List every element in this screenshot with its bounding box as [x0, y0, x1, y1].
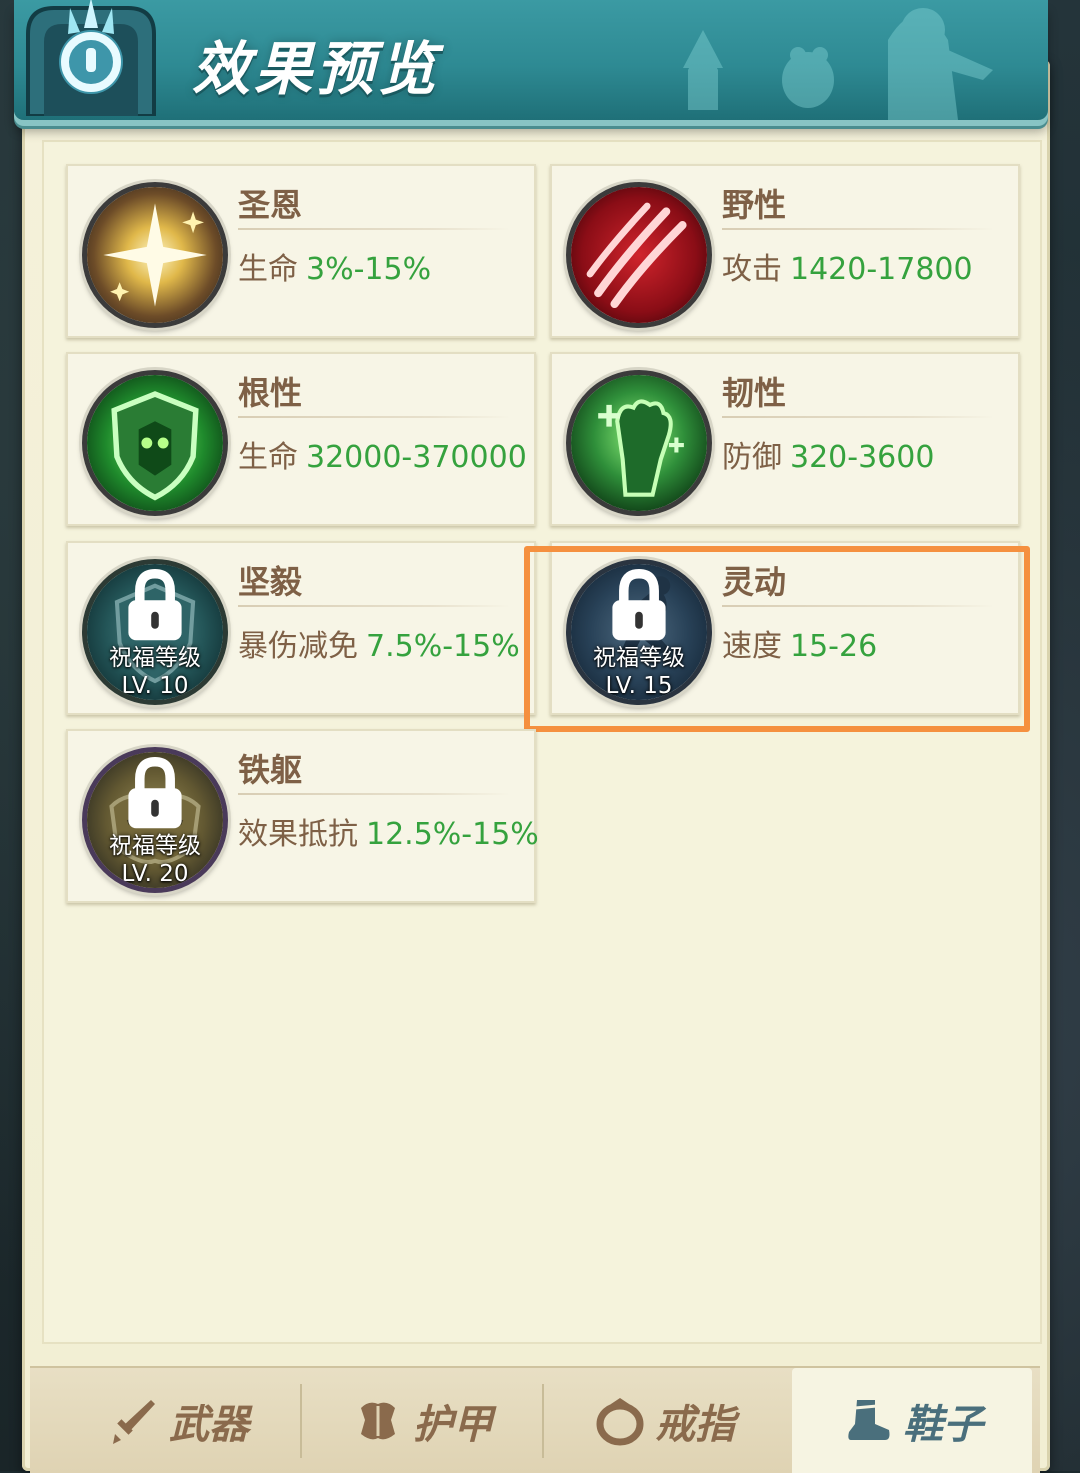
green-fist-icon: [566, 370, 712, 516]
effect-stat: 攻击 1420-17800: [722, 244, 973, 288]
tab-label: 戒指: [655, 1401, 735, 1448]
effect-stat: 速度 15-26: [722, 621, 877, 665]
effect-name: 铁躯: [238, 751, 303, 789]
boot-icon: [848, 1399, 890, 1440]
tab-ring[interactable]: 戒指: [544, 1368, 784, 1473]
stat-label: 效果抵抗: [238, 817, 358, 852]
stat-label: 攻击: [722, 252, 782, 287]
lock-icon: [612, 568, 666, 641]
divider: [238, 228, 510, 230]
effect-stat: 暴伤减免 7.5%-15%: [238, 621, 520, 665]
red-claw-icon: [566, 182, 712, 328]
effect-name: 韧性: [722, 374, 787, 412]
effect-name: 灵动: [722, 563, 787, 601]
effect-card-root[interactable]: 根性 生命 32000-370000: [66, 352, 536, 526]
blue-runner-icon: 祝福等级 LV. 15: [566, 559, 712, 705]
divider: [238, 416, 510, 418]
blue-shield-emblem-icon: [26, 0, 156, 116]
stat-value: 32000-370000: [306, 440, 527, 475]
lock-overlay: 祝福等级 LV. 20: [87, 752, 223, 888]
sword-icon: [113, 1399, 155, 1444]
tab-armor[interactable]: 护甲: [302, 1368, 542, 1473]
effect-name: 野性: [722, 186, 787, 224]
header-banner: 效果预览: [14, 0, 1048, 120]
ring-icon: [596, 1397, 644, 1445]
lock-requirement-label: 祝福等级: [593, 645, 685, 671]
stat-label: 防御: [722, 440, 782, 475]
golden-sparkle-icon: [82, 182, 228, 328]
lock-overlay: 祝福等级 LV. 15: [571, 564, 707, 700]
effect-name: 坚毅: [238, 563, 303, 601]
divider: [722, 228, 994, 230]
effect-card-wild[interactable]: 野性 攻击 1420-17800: [550, 164, 1020, 338]
effect-name: 圣恩: [238, 186, 303, 224]
stat-label: 生命: [238, 252, 298, 287]
lock-requirement-label: 祝福等级: [109, 833, 201, 859]
effect-card-iron-body[interactable]: 祝福等级 LV. 20 铁躯 效果抵抗 12.5%-15%: [66, 729, 539, 903]
page-title: 效果预览: [192, 35, 441, 103]
stat-label: 暴伤减免: [238, 629, 358, 664]
effect-stat: 生命 32000-370000: [238, 432, 527, 476]
effect-stat: 生命 3%-15%: [238, 244, 431, 288]
stat-value: 1420-17800: [790, 252, 973, 287]
tab-weapon[interactable]: 武器: [58, 1368, 298, 1473]
effect-card-tenacity[interactable]: 韧性 防御 320-3600: [550, 352, 1020, 526]
tab-label: 武器: [169, 1401, 249, 1448]
effect-card-agility[interactable]: 祝福等级 LV. 15 灵动 速度 15-26: [550, 541, 1020, 715]
tab-label: 鞋子: [903, 1401, 983, 1448]
divider: [238, 793, 510, 795]
lock-requirement-label: 祝福等级: [109, 645, 201, 671]
green-shield-icon: [82, 370, 228, 516]
divider: [238, 605, 510, 607]
stat-label: 速度: [722, 629, 782, 664]
divider: [722, 416, 994, 418]
stat-value: 12.5%-15%: [366, 817, 539, 852]
tab-label: 护甲: [413, 1401, 493, 1448]
lock-requirement-level: LV. 20: [121, 861, 189, 887]
lock-icon: [128, 568, 182, 641]
lock-requirement-level: LV. 10: [121, 673, 189, 699]
stat-value: 320-3600: [790, 440, 935, 475]
stat-value: 15-26: [790, 629, 878, 664]
effect-stat: 效果抵抗 12.5%-15%: [238, 809, 539, 853]
teal-shield-icon: 祝福等级 LV. 10: [82, 559, 228, 705]
effect-card-holy-grace[interactable]: 圣恩 生命 3%-15%: [66, 164, 536, 338]
equipment-tab-bar: 武器 护甲 戒指 鞋子: [30, 1366, 1040, 1473]
effect-name: 根性: [238, 374, 303, 412]
lock-overlay: 祝福等级 LV. 10: [87, 564, 223, 700]
effect-stat: 防御 320-3600: [722, 432, 934, 476]
stat-label: 生命: [238, 440, 298, 475]
lock-requirement-level: LV. 15: [605, 673, 673, 699]
gold-armor-icon: 祝福等级 LV. 20: [82, 747, 228, 893]
lock-icon: [128, 756, 182, 829]
tab-boots[interactable]: 鞋子: [792, 1368, 1032, 1473]
divider: [722, 605, 994, 607]
effect-card-fortitude[interactable]: 祝福等级 LV. 10 坚毅 暴伤减免 7.5%-15%: [66, 541, 536, 715]
stat-value: 7.5%-15%: [366, 629, 520, 664]
header-statue-decoration-icon: [683, 8, 993, 120]
armor-icon: [361, 1402, 395, 1439]
stat-value: 3%-15%: [306, 252, 432, 287]
